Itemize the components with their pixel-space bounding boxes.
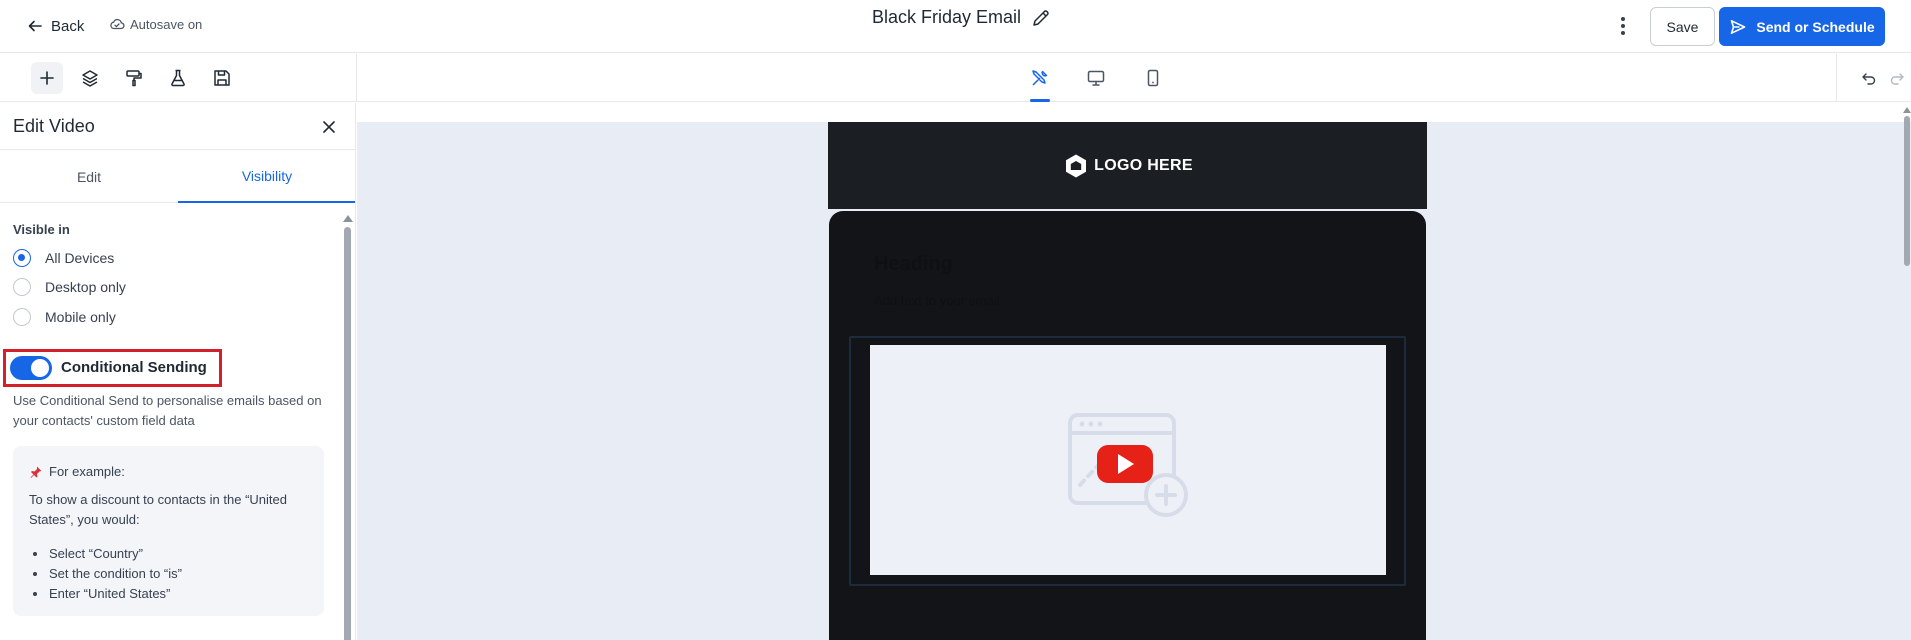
- history-tools: [1836, 54, 1911, 102]
- panel-scrollbar[interactable]: [340, 215, 354, 640]
- pencil-icon[interactable]: [1031, 8, 1051, 28]
- back-label: Back: [51, 17, 85, 35]
- editor-toolbar: [0, 54, 1911, 102]
- email-body-text[interactable]: Add text to your email.: [874, 293, 1003, 308]
- list-item: Set the condition to “is”: [29, 564, 182, 584]
- example-steps: Select “Country” Set the condition to “i…: [29, 544, 182, 604]
- kebab-dot: [1621, 24, 1625, 28]
- logo-text: LOGO HERE: [1094, 156, 1193, 174]
- test-button[interactable]: [162, 62, 194, 94]
- layers-button[interactable]: [74, 62, 106, 94]
- scroll-up-arrow[interactable]: [343, 215, 353, 222]
- view-editor-button[interactable]: [1024, 62, 1056, 102]
- youtube-play-icon: [1068, 413, 1188, 517]
- undo-icon: [1862, 73, 1876, 85]
- email-header-block[interactable]: LOGO HERE: [828, 122, 1427, 209]
- send-or-schedule-button[interactable]: Send or Schedule: [1719, 7, 1885, 46]
- email-heading[interactable]: Heading: [874, 253, 953, 276]
- email-content-block[interactable]: Heading Add text to your email.: [829, 211, 1426, 640]
- kebab-dot: [1621, 31, 1625, 35]
- add-block-button[interactable]: [31, 62, 63, 94]
- kebab-dot: [1621, 17, 1625, 21]
- floppy-disk-icon: [214, 70, 230, 86]
- send-label: Send or Schedule: [1756, 18, 1875, 35]
- mobile-icon: [1147, 69, 1159, 87]
- document-title[interactable]: Black Friday Email: [872, 7, 1051, 28]
- example-callout: For example: To show a discount to conta…: [13, 446, 324, 616]
- scroll-up-arrow[interactable]: [1903, 107, 1911, 113]
- cloud-check-icon: [110, 18, 125, 30]
- flask-icon: [171, 69, 185, 87]
- conditional-sending-toggle[interactable]: [10, 356, 52, 380]
- view-mobile-button[interactable]: [1137, 62, 1169, 94]
- email-canvas: LOGO HERE Heading Add text to your email…: [357, 103, 1911, 640]
- scroll-thumb[interactable]: [344, 227, 351, 640]
- save-button[interactable]: Save: [1650, 7, 1715, 46]
- canvas-top-strip: [357, 103, 1911, 122]
- arrow-left-icon: [28, 20, 42, 32]
- logo-hexagon-icon: [1066, 154, 1087, 177]
- pushpin-icon: [30, 466, 42, 478]
- scroll-thumb[interactable]: [1904, 116, 1910, 266]
- example-heading-text: For example:: [49, 464, 125, 479]
- paint-roller-icon: [126, 70, 142, 87]
- view-desktop-button[interactable]: [1080, 62, 1112, 94]
- conditional-sending-label: Conditional Sending: [61, 359, 207, 376]
- redo-button[interactable]: [1887, 68, 1907, 88]
- autosave-status: Autosave on: [109, 16, 202, 32]
- layers-icon: [82, 70, 98, 87]
- plus-icon: [40, 71, 54, 85]
- document-title-text: Black Friday Email: [872, 7, 1022, 27]
- canvas-scrollbar[interactable]: [1903, 103, 1911, 640]
- list-item: Enter “United States”: [29, 584, 182, 604]
- conditional-sending-section: Conditional Sending Use Conditional Send…: [0, 103, 340, 640]
- undo-button[interactable]: [1859, 68, 1879, 88]
- list-item: Select “Country”: [29, 544, 182, 564]
- send-icon: [1731, 19, 1746, 34]
- more-options-button[interactable]: [1614, 13, 1632, 39]
- video-block[interactable]: [870, 345, 1386, 575]
- tools-icon: [1032, 70, 1048, 86]
- desktop-icon: [1087, 70, 1105, 86]
- autosave-label: Autosave on: [130, 16, 203, 32]
- back-button[interactable]: Back: [27, 14, 84, 38]
- example-heading: For example:: [29, 464, 125, 479]
- conditional-sending-description: Use Conditional Send to personalise emai…: [13, 393, 322, 428]
- example-intro: To show a discount to contacts in the “U…: [29, 492, 287, 527]
- edit-video-panel: Edit Video Edit Visibility Visible in Al…: [0, 103, 356, 640]
- top-bar: Back Autosave on Black Friday Email Save…: [0, 0, 1911, 53]
- styles-button[interactable]: [118, 62, 150, 94]
- block-tools: [0, 54, 357, 102]
- redo-icon: [1890, 73, 1904, 85]
- save-template-button[interactable]: [206, 62, 238, 94]
